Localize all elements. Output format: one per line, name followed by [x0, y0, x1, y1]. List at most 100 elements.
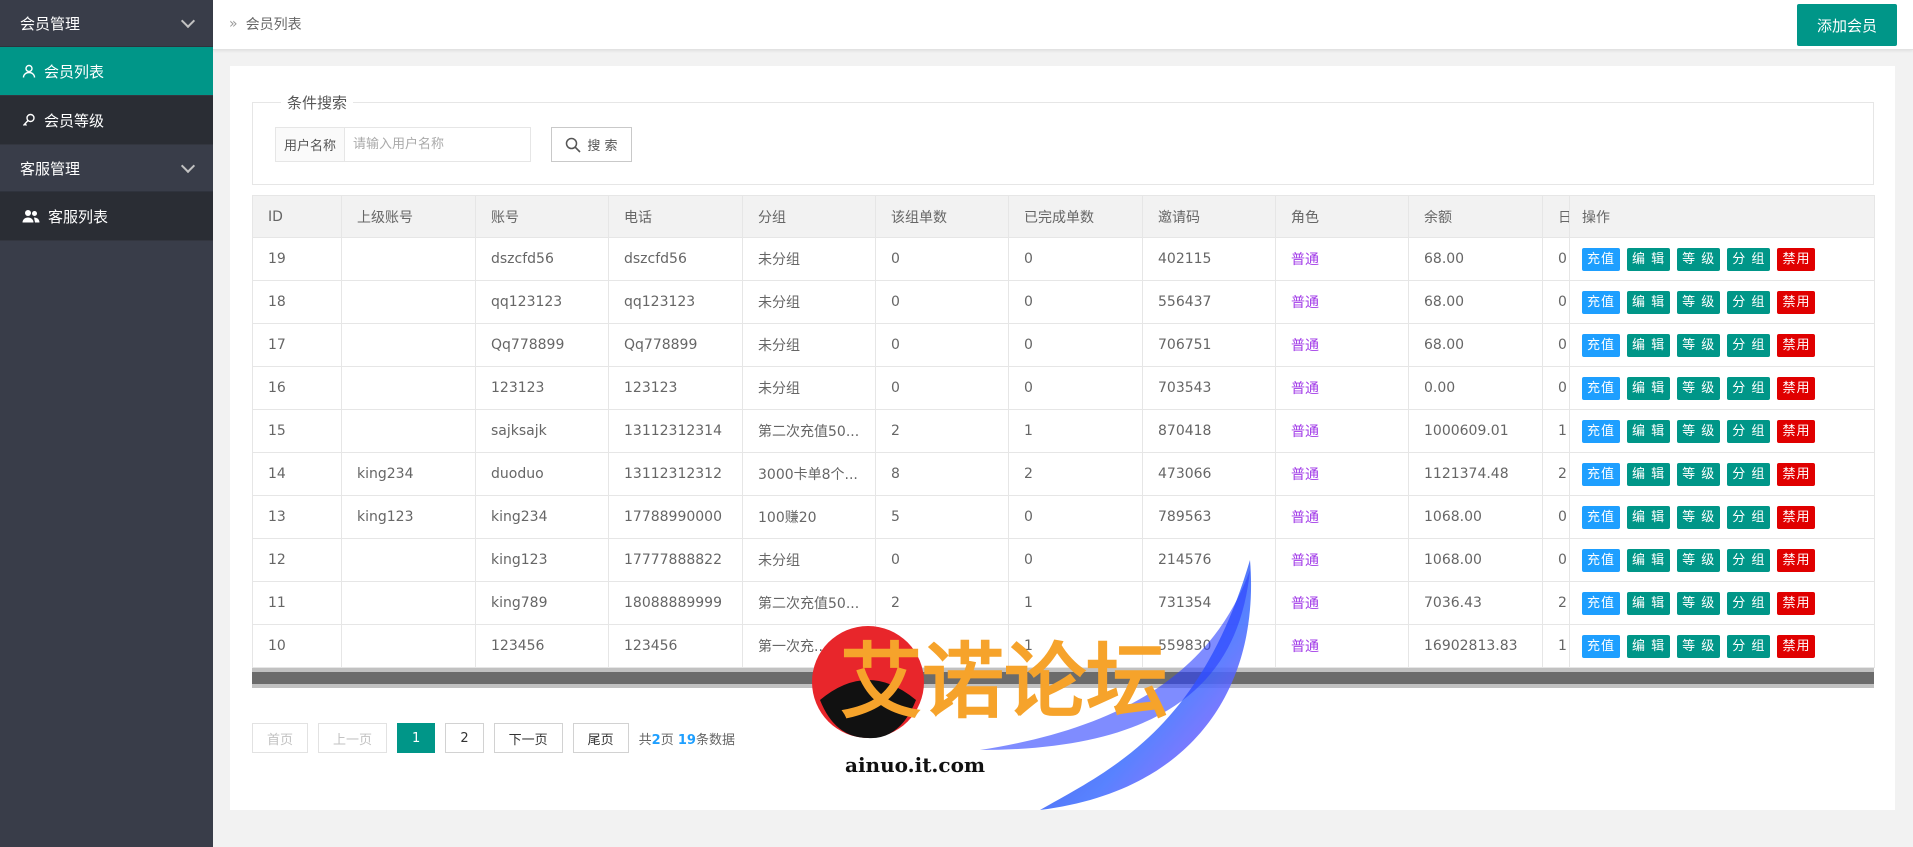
- table-cell: 15: [252, 409, 342, 453]
- level-button[interactable]: 等 级: [1677, 247, 1721, 271]
- last-page-button[interactable]: 尾页: [572, 723, 629, 753]
- first-page-button[interactable]: 首页: [252, 723, 309, 753]
- recharge-button[interactable]: 充值: [1582, 634, 1621, 658]
- recharge-button[interactable]: 充值: [1582, 591, 1621, 615]
- table-cell: 123456: [475, 624, 609, 668]
- table-cell: 0: [1542, 366, 1570, 410]
- level-button[interactable]: 等 级: [1677, 462, 1721, 486]
- edit-button[interactable]: 编 辑: [1627, 419, 1671, 443]
- table-cell[interactable]: 普通: [1275, 323, 1409, 367]
- edit-button[interactable]: 编 辑: [1627, 376, 1671, 400]
- disable-button[interactable]: 禁用: [1777, 376, 1816, 400]
- group-button[interactable]: 分 组: [1727, 333, 1771, 357]
- level-button[interactable]: 等 级: [1677, 548, 1721, 572]
- level-button[interactable]: 等 级: [1677, 290, 1721, 314]
- table-cell: 68.00: [1408, 280, 1543, 324]
- group-button[interactable]: 分 组: [1727, 247, 1771, 271]
- page-1-button[interactable]: 1: [397, 723, 436, 753]
- recharge-button[interactable]: 充值: [1582, 376, 1621, 400]
- recharge-button[interactable]: 充值: [1582, 419, 1621, 443]
- actions-cell: 充值编 辑等 级分 组禁用: [1569, 452, 1875, 496]
- group-button[interactable]: 分 组: [1727, 290, 1771, 314]
- edit-button[interactable]: 编 辑: [1627, 462, 1671, 486]
- table-cell: 0: [1542, 495, 1570, 539]
- disable-button[interactable]: 禁用: [1777, 548, 1816, 572]
- nav-group-member[interactable]: 会员管理: [0, 0, 213, 47]
- disable-button[interactable]: 禁用: [1777, 333, 1816, 357]
- sidebar-item-member-list[interactable]: 会员列表: [0, 47, 213, 96]
- group-button[interactable]: 分 组: [1727, 548, 1771, 572]
- disable-button[interactable]: 禁用: [1777, 419, 1816, 443]
- edit-button[interactable]: 编 辑: [1627, 634, 1671, 658]
- prev-page-button[interactable]: 上一页: [318, 723, 388, 753]
- table-cell: Qq778899: [608, 323, 743, 367]
- level-button[interactable]: 等 级: [1677, 376, 1721, 400]
- sidebar-item-service-list[interactable]: 客服列表: [0, 192, 213, 241]
- sidebar-item-member-level[interactable]: 会员等级: [0, 96, 213, 145]
- add-member-button[interactable]: 添加会员: [1796, 4, 1897, 46]
- table-cell[interactable]: 普通: [1275, 538, 1409, 582]
- table-cell: 18: [252, 280, 342, 324]
- nav-group-service[interactable]: 客服管理: [0, 145, 213, 192]
- search-input[interactable]: [344, 127, 531, 162]
- edit-button[interactable]: 编 辑: [1627, 548, 1671, 572]
- group-button[interactable]: 分 组: [1727, 634, 1771, 658]
- group-button[interactable]: 分 组: [1727, 419, 1771, 443]
- table-cell: 5: [875, 495, 1009, 539]
- disable-button[interactable]: 禁用: [1777, 505, 1816, 529]
- table-cell[interactable]: 普通: [1275, 280, 1409, 324]
- table-row: 14 king234 duoduo 13112312312 3000卡单8个... 8 2 4…: [252, 452, 1875, 496]
- table-cell: 13: [252, 495, 342, 539]
- disable-button[interactable]: 禁用: [1777, 247, 1816, 271]
- edit-button[interactable]: 编 辑: [1627, 591, 1671, 615]
- edit-button[interactable]: 编 辑: [1627, 505, 1671, 529]
- table-cell: 第二次充值50...: [742, 409, 876, 453]
- nav-group-label: 客服管理: [20, 159, 81, 178]
- disable-button[interactable]: 禁用: [1777, 290, 1816, 314]
- table-cell[interactable]: 普通: [1275, 237, 1409, 281]
- table-cell: Qq778899: [475, 323, 609, 367]
- recharge-button[interactable]: 充值: [1582, 505, 1621, 529]
- disable-button[interactable]: 禁用: [1777, 462, 1816, 486]
- recharge-button[interactable]: 充值: [1582, 247, 1621, 271]
- sidebar-item-label: 会员列表: [44, 62, 105, 81]
- level-button[interactable]: 等 级: [1677, 419, 1721, 443]
- sidebar-item-label: 客服列表: [48, 207, 109, 226]
- group-button[interactable]: 分 组: [1727, 376, 1771, 400]
- recharge-button[interactable]: 充值: [1582, 290, 1621, 314]
- edit-button[interactable]: 编 辑: [1627, 247, 1671, 271]
- table-cell: 未分组: [742, 323, 876, 367]
- table-cell[interactable]: 普通: [1275, 452, 1409, 496]
- table-cell[interactable]: 普通: [1275, 581, 1409, 625]
- column-header: 余额: [1408, 195, 1543, 238]
- table-cell: 16902813.83: [1408, 624, 1543, 668]
- table-cell: 0: [1008, 323, 1143, 367]
- table-cell: [341, 280, 476, 324]
- table-cell: 2: [1008, 452, 1143, 496]
- disable-button[interactable]: 禁用: [1777, 634, 1816, 658]
- table-cell: duoduo: [475, 452, 609, 496]
- table-cell: 123123: [608, 366, 743, 410]
- column-header: 日: [1542, 195, 1570, 238]
- table-cell[interactable]: 普通: [1275, 366, 1409, 410]
- group-button[interactable]: 分 组: [1727, 462, 1771, 486]
- recharge-button[interactable]: 充值: [1582, 462, 1621, 486]
- recharge-button[interactable]: 充值: [1582, 333, 1621, 357]
- edit-button[interactable]: 编 辑: [1627, 333, 1671, 357]
- page-2-button[interactable]: 2: [445, 723, 484, 753]
- recharge-button[interactable]: 充值: [1582, 548, 1621, 572]
- table-cell[interactable]: 普通: [1275, 495, 1409, 539]
- column-header: 已完成单数: [1008, 195, 1143, 238]
- edit-button[interactable]: 编 辑: [1627, 290, 1671, 314]
- table-cell[interactable]: 普通: [1275, 624, 1409, 668]
- disable-button[interactable]: 禁用: [1777, 591, 1816, 615]
- group-button[interactable]: 分 组: [1727, 505, 1771, 529]
- level-button[interactable]: 等 级: [1677, 591, 1721, 615]
- level-button[interactable]: 等 级: [1677, 505, 1721, 529]
- level-button[interactable]: 等 级: [1677, 333, 1721, 357]
- next-page-button[interactable]: 下一页: [493, 723, 563, 753]
- search-button[interactable]: 搜 索: [551, 127, 632, 162]
- table-cell[interactable]: 普通: [1275, 409, 1409, 453]
- group-button[interactable]: 分 组: [1727, 591, 1771, 615]
- level-button[interactable]: 等 级: [1677, 634, 1721, 658]
